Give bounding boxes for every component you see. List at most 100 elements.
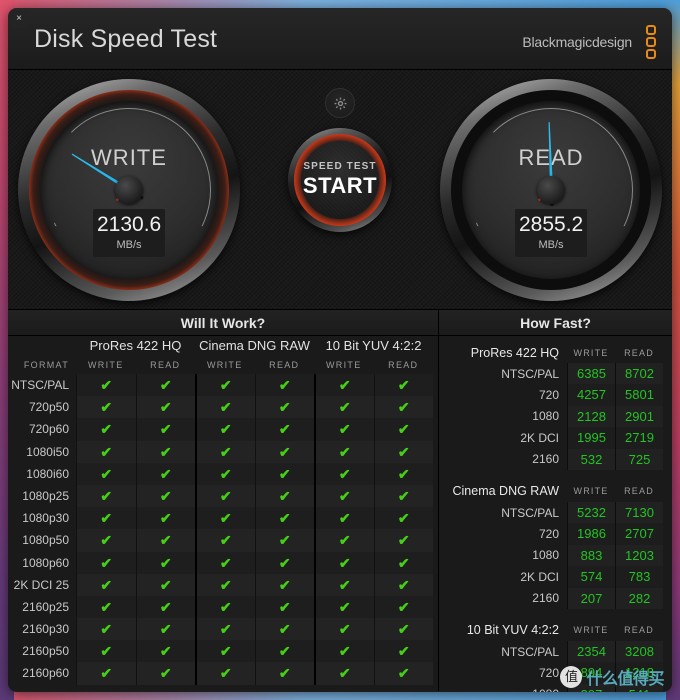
resolution-label: NTSC/PAL: [501, 644, 559, 659]
support-cell: ✔: [76, 551, 136, 574]
format-label: 1080i60: [26, 466, 69, 481]
speed-test-start-button[interactable]: SPEED TEST START: [288, 128, 392, 232]
support-cell: ✔: [195, 551, 255, 574]
format-label: 2160p30: [22, 622, 69, 637]
gear-icon[interactable]: [325, 88, 355, 118]
check-icon: ✔: [397, 554, 410, 571]
check-icon: ✔: [278, 487, 291, 504]
support-cell: ✔: [254, 595, 314, 619]
format-label: 1080p50: [22, 533, 69, 548]
how-fast-column-header-read: READ: [624, 486, 654, 497]
check-icon: ✔: [219, 443, 232, 460]
brand-text: Blackmagicdesign: [522, 34, 632, 50]
will-it-work-title: Will It Work?: [8, 310, 438, 336]
how-fast-group-name: Cinema DNG RAW: [452, 484, 560, 499]
support-cell: ✔: [373, 662, 433, 685]
title-bar: × Disk Speed Test Blackmagicdesign: [8, 8, 672, 70]
format-label: 1080p30: [22, 511, 69, 526]
will-it-work-rows: NTSC/PAL ✔ ✔ ✔ ✔ ✔ ✔ 720p50 ✔ ✔ ✔ ✔ ✔ ✔ 720p60 ✔ ✔ ✔ ✔ ✔ ✔ 10…: [8, 374, 438, 685]
support-cell: ✔: [373, 396, 433, 419]
support-cell: ✔: [254, 618, 314, 641]
check-icon: ✔: [278, 621, 291, 638]
check-icon: ✔: [219, 399, 232, 416]
how-fast-group: Cinema DNG RAW WRITE READ NTSC/PAL 5232 7130 7…: [439, 481, 672, 609]
support-cell: ✔: [373, 618, 433, 641]
read-speed-value: 2901: [615, 405, 663, 428]
check-icon: ✔: [397, 665, 410, 682]
check-icon: ✔: [278, 576, 291, 593]
support-cell: ✔: [135, 595, 195, 619]
resolution-label: 2160: [532, 591, 559, 606]
format-label: 2160p50: [22, 644, 69, 659]
check-icon: ✔: [100, 598, 113, 615]
support-cell: ✔: [135, 573, 195, 596]
check-icon: ✔: [159, 665, 172, 682]
read-speed-value: 8702: [615, 363, 663, 385]
how-fast-group-header: 10 Bit YUV 4:2:2 WRITE READ: [439, 620, 672, 641]
table-row: 2160p25 ✔ ✔ ✔ ✔ ✔ ✔: [8, 595, 438, 619]
support-cell: ✔: [195, 662, 255, 685]
will-it-work-subheader-read: READ: [150, 360, 181, 370]
check-icon: ✔: [100, 399, 113, 416]
how-fast-group-name: ProRes 422 HQ: [470, 345, 559, 360]
check-icon: ✔: [338, 532, 351, 549]
support-cell: ✔: [254, 507, 314, 530]
blackmagic-logo-icon: [646, 25, 656, 59]
how-fast-column-header-write: WRITE: [573, 486, 609, 497]
support-cell: ✔: [373, 595, 433, 619]
format-label: 2K DCI 25: [13, 577, 69, 592]
support-cell: ✔: [195, 396, 255, 419]
support-cell: ✔: [254, 640, 314, 663]
resolution-label: 1080: [532, 409, 559, 424]
check-icon: ✔: [278, 532, 291, 549]
write-value: 2130.6: [97, 213, 162, 236]
support-cell: ✔: [373, 484, 433, 508]
support-cell: ✔: [135, 440, 195, 463]
check-icon: ✔: [100, 643, 113, 660]
support-cell: ✔: [135, 396, 195, 419]
write-speed-value: 894: [567, 662, 615, 684]
how-fast-group: 10 Bit YUV 4:2:2 WRITE READ NTSC/PAL 2354 320…: [439, 620, 672, 692]
support-cell: ✔: [314, 374, 374, 397]
support-cell: ✔: [373, 529, 433, 552]
support-cell: ✔: [195, 529, 255, 552]
table-row: 2160p50 ✔ ✔ ✔ ✔ ✔ ✔: [8, 640, 438, 663]
support-cell: ✔: [195, 573, 255, 596]
support-cell: ✔: [195, 418, 255, 441]
read-speed-value: 2707: [615, 523, 663, 545]
check-icon: ✔: [278, 421, 291, 438]
check-icon: ✔: [397, 510, 410, 527]
table-row: 1080i50 ✔ ✔ ✔ ✔ ✔ ✔: [8, 440, 438, 463]
check-icon: ✔: [338, 576, 351, 593]
write-speed-value: 532: [567, 448, 615, 470]
close-icon[interactable]: ×: [10, 10, 28, 28]
support-cell: ✔: [373, 462, 433, 485]
write-speed-value: 207: [567, 587, 615, 609]
check-icon: ✔: [159, 487, 172, 504]
table-row: 2160p30 ✔ ✔ ✔ ✔ ✔ ✔: [8, 618, 438, 641]
check-icon: ✔: [278, 510, 291, 527]
support-cell: ✔: [373, 507, 433, 530]
write-speed-value: 397: [567, 683, 615, 692]
write-readout: 2130.6 MB/s: [93, 209, 165, 257]
resolution-label: 720: [538, 527, 559, 542]
check-icon: ✔: [100, 465, 113, 482]
format-label: 1080p60: [22, 555, 69, 570]
format-label: 1080p25: [22, 488, 69, 503]
support-cell: ✔: [373, 551, 433, 574]
read-speed-value: 7130: [615, 501, 663, 524]
support-cell: ✔: [254, 440, 314, 463]
write-speed-value: 1986: [567, 523, 615, 545]
write-speed-value: 2128: [567, 405, 615, 428]
how-fast-title: How Fast?: [439, 310, 672, 336]
support-cell: ✔: [135, 640, 195, 663]
format-label: 720p50: [28, 400, 69, 415]
app-window: × Disk Speed Test Blackmagicdesign WRITE…: [8, 8, 672, 692]
check-icon: ✔: [278, 598, 291, 615]
format-label: 2160p25: [22, 599, 69, 614]
read-speed-value: 541: [615, 683, 663, 692]
check-icon: ✔: [397, 621, 410, 638]
check-icon: ✔: [397, 487, 410, 504]
